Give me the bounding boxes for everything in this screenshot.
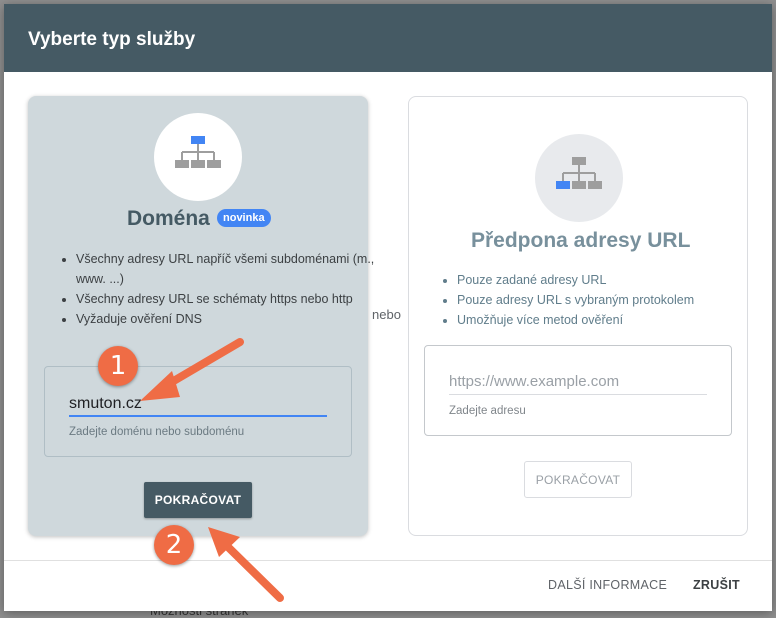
- prefix-icon-circle: [535, 134, 623, 222]
- url-input-underline: [449, 394, 707, 395]
- dialog-header: Vyberte typ služby: [4, 4, 772, 72]
- sitemap-icon: [556, 157, 602, 189]
- domain-input-help: Zadejte doménu nebo subdoménu: [69, 426, 245, 438]
- url-prefix-card[interactable]: Předpona adresy URL Pouze zadané adresy …: [408, 96, 748, 536]
- url-prefix-continue-button[interactable]: POKRAČOVAT: [524, 461, 632, 498]
- domain-continue-button[interactable]: POKRAČOVAT: [144, 482, 252, 518]
- url-input-container: https://www.example.com Zadejte adresu: [424, 345, 732, 436]
- annotation-step-1: 1: [98, 346, 138, 386]
- domain-input[interactable]: smuton.cz: [69, 395, 142, 413]
- prefix-feature-list: Pouze zadané adresy URL Pouze adresy URL…: [425, 270, 767, 330]
- list-item: Vyžaduje ověření DNS: [76, 309, 376, 329]
- cancel-button[interactable]: ZRUŠIT: [693, 578, 740, 592]
- url-input[interactable]: https://www.example.com: [449, 373, 619, 390]
- sitemap-icon: [175, 136, 221, 168]
- url-prefix-card-title: Předpona adresy URL: [471, 229, 691, 252]
- domain-feature-list: Všechny adresy URL napříč všemi subdomén…: [44, 249, 376, 329]
- more-info-button[interactable]: DALŠÍ INFORMACE: [548, 578, 667, 592]
- domain-card-title: Doména: [127, 207, 210, 230]
- list-item: Umožňuje více metod ověření: [457, 310, 767, 330]
- url-input-help: Zadejte adresu: [449, 405, 526, 417]
- or-separator: nebo: [372, 307, 401, 322]
- new-badge: novinka: [217, 209, 271, 227]
- domain-input-container: smuton.cz Zadejte doménu nebo subdoménu: [44, 366, 352, 457]
- list-item: Pouze adresy URL s vybraným protokolem: [457, 290, 767, 310]
- annotation-step-2: 2: [154, 525, 194, 565]
- select-property-type-dialog: Vyberte typ služby Doména novinka Všechn…: [4, 4, 772, 611]
- domain-input-underline: [69, 415, 327, 417]
- domain-icon-circle: [154, 113, 242, 201]
- list-item: Všechny adresy URL napříč všemi subdomén…: [76, 249, 376, 289]
- domain-card[interactable]: Doména novinka Všechny adresy URL napříč…: [28, 96, 374, 536]
- footer-divider: [4, 560, 772, 561]
- list-item: Všechny adresy URL se schématy https neb…: [76, 289, 376, 309]
- list-item: Pouze zadané adresy URL: [457, 270, 767, 290]
- dialog-title: Vyberte typ služby: [28, 29, 196, 50]
